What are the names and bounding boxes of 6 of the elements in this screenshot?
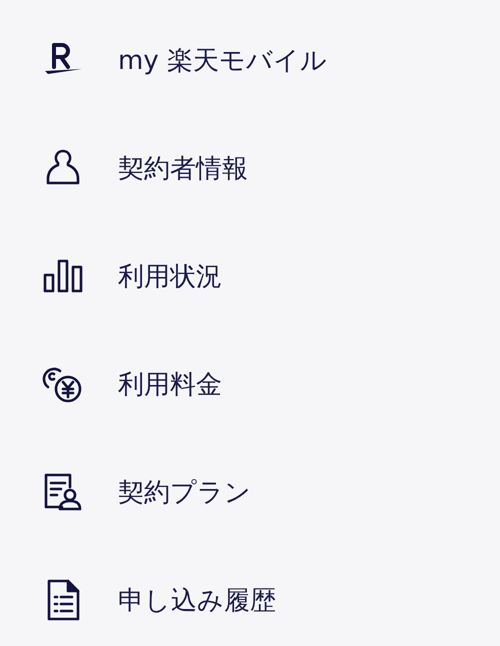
menu-item[interactable]: my 楽天モバイル bbox=[118, 42, 327, 78]
menu-item[interactable]: 契約プラン bbox=[118, 474, 251, 510]
menu-item[interactable]: 契約者情報 bbox=[118, 150, 248, 186]
menu-item[interactable]: 利用状況 bbox=[118, 258, 222, 294]
menu-item[interactable]: 申し込み履歴 bbox=[118, 582, 276, 618]
menu-item[interactable]: 利用料金 bbox=[118, 366, 222, 402]
